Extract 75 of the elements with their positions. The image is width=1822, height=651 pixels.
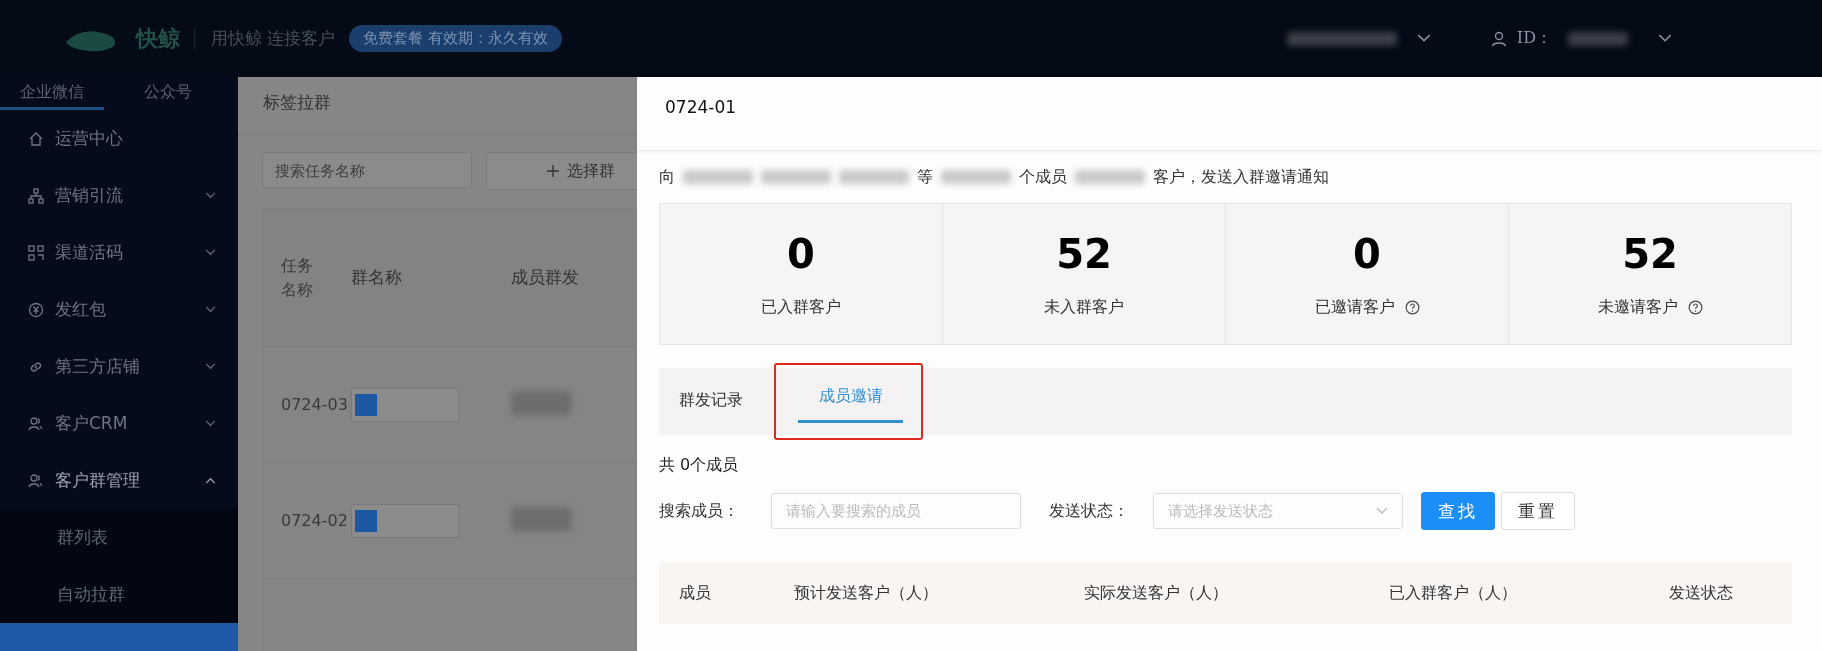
column-header: 成员群发 bbox=[511, 266, 580, 289]
sidebar-item[interactable]: 客户群管理 bbox=[0, 452, 238, 509]
sidebar-item[interactable]: 渠道活码 bbox=[0, 224, 238, 281]
sidebar-item[interactable]: 发红包 bbox=[0, 281, 238, 338]
chevron-down-icon[interactable] bbox=[1658, 34, 1672, 43]
intro-text: 客户，发送入群邀请通知 bbox=[1153, 166, 1329, 188]
stat-value: 0 bbox=[1353, 230, 1381, 277]
status-select[interactable]: 请选择发送状态 bbox=[1153, 493, 1403, 529]
search-button[interactable]: 查找 bbox=[1421, 492, 1495, 530]
sidebar-label: 运营中心 bbox=[55, 127, 124, 150]
column-header: 发送状态 bbox=[1668, 582, 1733, 604]
sidebar-label: 渠道活码 bbox=[55, 241, 124, 264]
sidebar-item[interactable]: 客户CRM bbox=[0, 395, 238, 452]
column-header: 已入群客户（人） bbox=[1388, 582, 1518, 604]
submenu-item[interactable]: 群列表 bbox=[0, 509, 238, 566]
filter-label: 发送状态： bbox=[1049, 500, 1130, 522]
member-search-field[interactable]: 请输入要搜索的成员 bbox=[771, 493, 1021, 529]
yen-coin-icon bbox=[28, 301, 44, 318]
sidebar-label: 发红包 bbox=[55, 298, 107, 321]
help-icon[interactable] bbox=[1404, 299, 1420, 315]
stat-value: 52 bbox=[1622, 230, 1678, 277]
stat-label: 已入群客户 bbox=[761, 296, 841, 318]
chevron-down-icon[interactable] bbox=[1416, 34, 1431, 43]
plus-icon bbox=[547, 164, 559, 177]
filter-label: 搜索成员： bbox=[659, 500, 740, 522]
search-field[interactable]: 搜索任务名称 bbox=[262, 152, 472, 188]
sidebar-label: 营销引流 bbox=[55, 184, 124, 207]
sidebar-item[interactable]: 运营中心 bbox=[0, 110, 238, 167]
blurred-text bbox=[839, 170, 909, 184]
users-icon bbox=[28, 415, 44, 432]
reset-button[interactable]: 重置 bbox=[1501, 492, 1575, 530]
blurred-text bbox=[1075, 170, 1145, 184]
blurred-text bbox=[683, 170, 753, 184]
blurred-text bbox=[761, 170, 831, 184]
blurred-text bbox=[941, 170, 1011, 184]
member-count: 共 0个成员 bbox=[659, 455, 740, 476]
sidebar-label: 客户群管理 bbox=[55, 469, 141, 492]
stat-label: 已邀请客户 bbox=[1314, 296, 1395, 318]
drawer-title: 0724-01 bbox=[637, 77, 1822, 151]
blurred-user-id bbox=[1568, 31, 1628, 46]
help-icon[interactable] bbox=[1687, 299, 1703, 315]
submenu-item[interactable]: 自动拉群 bbox=[0, 566, 238, 623]
column-header: 任务名称 bbox=[280, 254, 314, 301]
sidebar-label: 客户CRM bbox=[55, 412, 129, 435]
table-cell-text: 0724-03 bbox=[280, 393, 349, 416]
stat-label: 未入群客户 bbox=[1044, 296, 1124, 318]
stat-value: 52 bbox=[1056, 230, 1112, 277]
home-icon bbox=[28, 130, 44, 147]
logo-text: 快鲸 bbox=[136, 24, 180, 53]
sidebar-label: 第三方店铺 bbox=[55, 355, 141, 378]
column-header: 预计发送客户（人） bbox=[793, 582, 939, 604]
intro-text: 个成员 bbox=[1019, 166, 1067, 188]
intro-text: 向 bbox=[659, 166, 675, 188]
chevron-down-icon bbox=[1376, 507, 1388, 515]
tab[interactable]: 群发记录 bbox=[659, 368, 763, 435]
users-icon bbox=[28, 472, 44, 489]
stat-label: 未邀请客户 bbox=[1597, 296, 1678, 318]
add-group-button[interactable]: 选择群 bbox=[486, 152, 637, 190]
id-label: ID： bbox=[1516, 28, 1552, 49]
grid-icon bbox=[28, 244, 44, 261]
sidebar-tab[interactable]: 企业微信 bbox=[0, 77, 104, 110]
stat-value: 0 bbox=[787, 230, 815, 277]
sitemap-icon bbox=[28, 187, 44, 204]
sidebar-item[interactable]: 第三方店铺 bbox=[0, 338, 238, 395]
plan-badge: 免费套餐 有效期：永久有效 bbox=[349, 25, 563, 52]
column-header: 实际发送客户（人） bbox=[1083, 582, 1229, 604]
column-header: 群名称 bbox=[351, 266, 403, 289]
table-cell-text: 0724-02 bbox=[280, 509, 349, 532]
column-header: 成员 bbox=[678, 582, 712, 604]
intro-text: 等 bbox=[917, 166, 933, 188]
slogan: 用快鲸 连接客户 bbox=[194, 27, 336, 50]
tab[interactable]: 成员邀请 bbox=[798, 368, 903, 423]
sidebar-tab[interactable]: 公众号 bbox=[144, 77, 192, 110]
sidebar-item[interactable]: 营销引流 bbox=[0, 167, 238, 224]
user-icon bbox=[1490, 30, 1507, 47]
